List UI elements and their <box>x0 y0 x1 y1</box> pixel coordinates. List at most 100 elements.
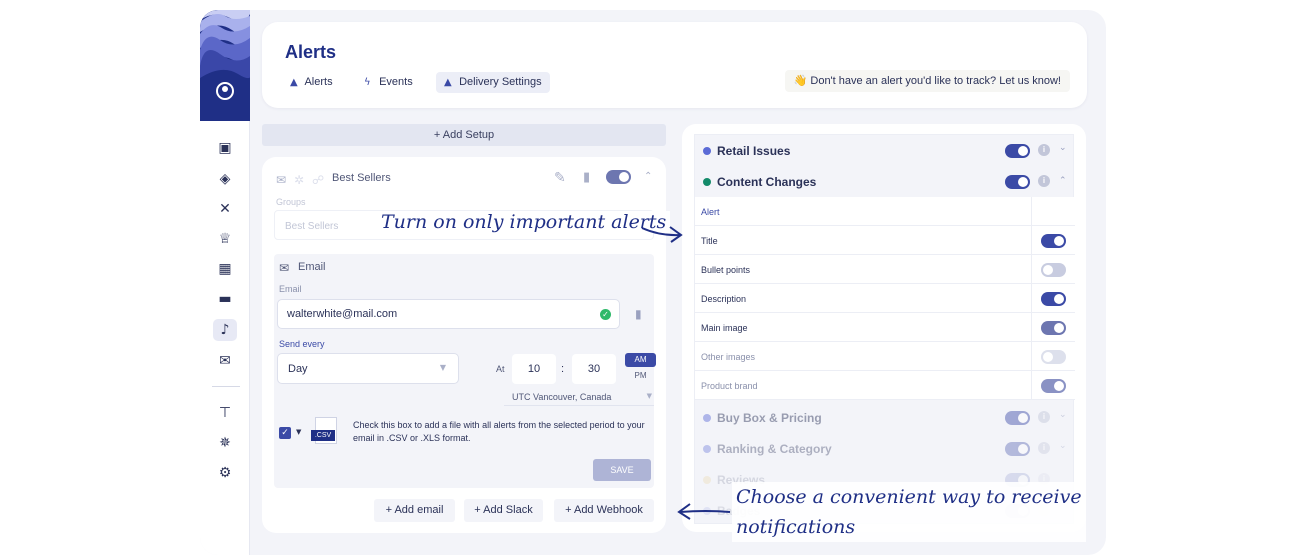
table-header-row: Alert <box>695 197 1075 226</box>
status-dot <box>703 147 711 155</box>
sidebar: ▣ ◈ ✕ ♕ ▦ ▬ ♪ ✉ ⊤ ✵ ⚙ <box>200 10 250 555</box>
tools-icon[interactable]: ✕ <box>217 202 233 216</box>
section-toggle[interactable] <box>1005 144 1030 158</box>
info-icon[interactable]: i <box>1038 144 1050 156</box>
wallet-icon[interactable]: ▬ <box>217 292 233 306</box>
minute-input[interactable]: 30 <box>572 354 616 384</box>
alert-toggle[interactable] <box>1041 234 1066 248</box>
alert-toggle[interactable] <box>1041 292 1066 306</box>
info-icon[interactable]: i <box>1038 175 1050 187</box>
sidebar-divider <box>212 386 240 387</box>
setup-header: ✉ ✲ ☍ Best Sellers ✎ ▮ ⌃ <box>276 169 652 191</box>
box-icon[interactable]: ◈ <box>217 172 233 186</box>
tab-events[interactable]: ϟ Events <box>356 72 421 93</box>
section-title: Retail Issues <box>717 144 791 158</box>
section-retail-issues[interactable]: Retail Issues i ⌄ <box>695 135 1075 166</box>
section-ranking[interactable]: Ranking & Category i ⌄ <box>695 433 1075 464</box>
status-dot <box>703 414 711 422</box>
save-button[interactable]: SAVE <box>593 459 651 481</box>
hour-input[interactable]: 10 <box>512 354 556 384</box>
frequency-value: Day <box>288 363 308 375</box>
calendar-icon[interactable]: ▦ <box>217 262 233 276</box>
settings-icon[interactable]: ⚙ <box>217 466 233 480</box>
chevron-up-icon[interactable]: ⌃ <box>644 171 652 182</box>
at-label: At <box>496 364 505 374</box>
feedback-link[interactable]: 👋 Don't have an alert you'd like to trac… <box>784 70 1070 92</box>
info-icon[interactable]: i <box>1038 411 1050 423</box>
page-header: Alerts ▲ Alerts ϟ Events ▲ Delivery Sett… <box>262 22 1087 108</box>
section-title: Content Changes <box>717 175 817 189</box>
timezone-select[interactable]: UTC Vancouver, Canada ▼ <box>504 388 654 406</box>
am-button[interactable]: AM <box>625 353 656 367</box>
slack-icon: ✲ <box>294 173 305 187</box>
edit-icon[interactable]: ✎ <box>554 170 566 186</box>
alert-toggle[interactable] <box>1041 350 1066 364</box>
delete-icon[interactable]: ▮ <box>583 170 590 185</box>
add-slack-button[interactable]: + Add Slack <box>464 499 543 522</box>
status-dot <box>703 476 711 484</box>
bell-icon: ▲ <box>290 77 298 88</box>
alerts-list: Retail Issues i ⌄ Content Changes i ⌃ Al… <box>694 134 1075 524</box>
add-email-button[interactable]: + Add email <box>374 499 455 522</box>
alert-toggle[interactable] <box>1041 263 1066 277</box>
section-toggle[interactable] <box>1005 411 1030 425</box>
user-avatar-icon[interactable] <box>216 82 234 100</box>
time-colon: : <box>561 363 565 375</box>
add-webhook-button[interactable]: + Add Webhook <box>554 499 654 522</box>
section-toggle[interactable] <box>1005 442 1030 456</box>
alert-toggle[interactable] <box>1041 379 1066 393</box>
send-every-label: Send every <box>279 339 325 349</box>
alert-name: Bullet points <box>701 265 751 275</box>
trophy-icon[interactable]: ♕ <box>217 232 233 246</box>
alert-name: Description <box>701 294 747 304</box>
tab-label: Alerts <box>304 76 333 88</box>
delete-email-icon[interactable]: ▮ <box>635 307 642 321</box>
chevron-up-icon[interactable]: ⌃ <box>1059 176 1067 186</box>
chevron-down-icon[interactable]: ⌄ <box>1059 410 1067 420</box>
email-field[interactable]: walterwhite@mail.com ✓ <box>277 299 620 329</box>
tab-delivery-settings[interactable]: ▲ Delivery Settings <box>436 72 550 93</box>
alert-name: Main image <box>701 323 748 333</box>
lightning-icon: ϟ <box>364 77 371 88</box>
status-dot <box>703 445 711 453</box>
annotation-bottom: Choose a convenient way to receive notif… <box>732 482 1086 542</box>
tab-label: Events <box>379 76 413 88</box>
csv-checkbox[interactable]: ✓ <box>279 427 291 439</box>
alert-name: Title <box>701 236 718 246</box>
tab-alerts[interactable]: ▲ Alerts <box>282 72 341 93</box>
chevron-down-icon[interactable]: ⌄ <box>1059 143 1067 153</box>
check-icon: ✓ <box>600 309 611 320</box>
webhook-icon: ☍ <box>312 173 325 187</box>
pm-button[interactable]: PM <box>625 368 656 384</box>
setup-toggle[interactable] <box>606 170 631 184</box>
table-row: Product brand <box>695 371 1075 400</box>
sidebar-brand <box>200 10 250 121</box>
csv-description: Check this box to add a file with all al… <box>353 420 645 443</box>
table-row: Main image <box>695 313 1075 342</box>
section-buy-box[interactable]: Buy Box & Pricing i ⌄ <box>695 402 1075 433</box>
section-title: Ranking & Category <box>717 442 832 456</box>
section-toggle[interactable] <box>1005 175 1030 189</box>
alert-name: Product brand <box>701 381 758 391</box>
email-value: walterwhite@mail.com <box>287 308 398 320</box>
alerts-bell-icon[interactable]: ♪ <box>213 319 237 341</box>
page-title: Alerts <box>285 42 337 62</box>
frequency-select[interactable]: Day ▼ <box>277 353 459 384</box>
email-icon: ✉ <box>276 173 287 187</box>
arrow-left-icon <box>677 503 731 520</box>
store-icon[interactable]: ⊤ <box>217 406 233 420</box>
add-setup-button[interactable]: + Add Setup <box>262 124 666 146</box>
caret-down-icon[interactable]: ▼ <box>296 428 301 436</box>
alert-toggle[interactable] <box>1041 321 1066 335</box>
section-content-changes[interactable]: Content Changes i ⌃ <box>695 166 1075 197</box>
csv-file-icon: .CSV <box>311 417 337 446</box>
email-delivery-block: ✉ Email Email walterwhite@mail.com ✓ ▮ S… <box>274 254 656 488</box>
helm-icon[interactable]: ✵ <box>217 436 233 450</box>
table-row: Bullet points <box>695 255 1075 284</box>
groups-label: Groups <box>276 197 306 207</box>
info-icon[interactable]: i <box>1038 442 1050 454</box>
dashboard-icon[interactable]: ▣ <box>217 141 233 155</box>
chevron-down-icon[interactable]: ⌄ <box>1059 441 1067 451</box>
status-dot <box>703 178 711 186</box>
chat-icon[interactable]: ✉ <box>217 354 233 368</box>
